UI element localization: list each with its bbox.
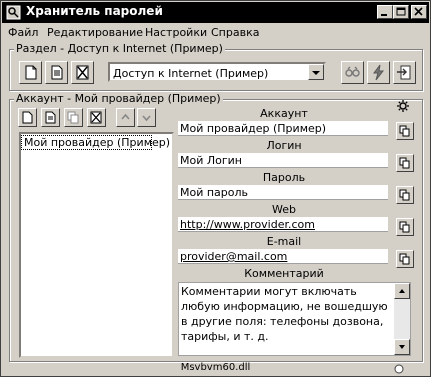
- app-icon: [6, 5, 21, 20]
- web-field[interactable]: http://www.provider.com: [178, 217, 388, 232]
- email-label: E-mail: [266, 235, 302, 248]
- close-button[interactable]: [411, 5, 427, 19]
- menu-edit[interactable]: Редактирование: [47, 26, 143, 39]
- delete-icon: [76, 65, 89, 80]
- section-dropdown[interactable]: Доступ к Internet (Пример): [108, 62, 326, 82]
- login-label: Логин: [266, 139, 302, 152]
- comment-textarea[interactable]: Комментарии могут включать любую информа…: [178, 282, 411, 356]
- copy-icon: [399, 189, 410, 201]
- password-label: Пароль: [262, 171, 306, 184]
- section-group: Раздел - Доступ к Internet (Пример) Дост…: [9, 42, 423, 91]
- delete-section-button[interactable]: [71, 61, 94, 84]
- search-icon: [345, 66, 360, 77]
- maximize-button[interactable]: [393, 5, 409, 19]
- new-document-icon: [25, 65, 37, 80]
- copy-icon: [399, 253, 410, 265]
- list-item[interactable]: Мой провайдер (Пример): [21, 135, 170, 150]
- minimize-button[interactable]: [377, 5, 393, 19]
- copy-icon: [67, 111, 79, 124]
- main-window: Хранитель паролей Файл Редактирование На…: [0, 0, 431, 377]
- window-title: Хранитель паролей: [26, 4, 163, 18]
- new-section-button[interactable]: [19, 61, 42, 84]
- delete-account-button[interactable]: [87, 108, 106, 127]
- copy-password-button[interactable]: [396, 186, 414, 204]
- copy-login-button[interactable]: [396, 154, 414, 172]
- scroll-up-button[interactable]: [394, 283, 410, 299]
- password-field[interactable]: Мой пароль: [178, 185, 388, 200]
- edit-section-button[interactable]: [45, 61, 68, 84]
- copy-icon: [399, 125, 410, 137]
- account-list[interactable]: Мой провайдер (Пример): [19, 132, 174, 358]
- edit-document-icon: [51, 65, 63, 80]
- new-document-icon: [22, 111, 33, 124]
- account-name-field[interactable]: Мой провайдер (Пример): [178, 121, 388, 136]
- menu-file[interactable]: Файл: [8, 26, 38, 39]
- delete-icon: [90, 111, 102, 124]
- duplicate-account-button[interactable]: [64, 108, 83, 127]
- move-up-button[interactable]: [116, 108, 135, 127]
- copy-icon: [399, 221, 410, 233]
- status-indicator-icon: [394, 364, 404, 374]
- exit-door-icon: [397, 65, 411, 80]
- gear-icon[interactable]: [396, 99, 410, 113]
- quick-action-button[interactable]: [367, 61, 390, 84]
- maximize-icon: [396, 7, 406, 16]
- copy-icon: [399, 157, 410, 169]
- account-group-legend: Аккаунт - Мой провайдер (Пример): [14, 92, 223, 105]
- new-account-button[interactable]: [18, 108, 37, 127]
- status-bar: Msvbvm60.dll: [2, 361, 429, 376]
- comment-scrollbar[interactable]: [394, 283, 410, 355]
- menu-bar: Файл Редактирование Настройки Справка: [2, 23, 429, 42]
- login-field[interactable]: Мой Логин: [178, 153, 388, 168]
- chevron-up-icon: [121, 113, 130, 120]
- edit-document-icon: [45, 111, 56, 124]
- comment-label: Комментарий: [244, 267, 324, 280]
- move-down-button[interactable]: [137, 108, 156, 127]
- copy-email-button[interactable]: [396, 250, 414, 268]
- section-group-legend: Раздел - Доступ к Internet (Пример): [14, 42, 225, 55]
- scroll-down-arrow-icon: [399, 345, 405, 349]
- comment-text: Комментарии могут включать любую информа…: [181, 285, 388, 343]
- account-label: Аккаунт: [260, 107, 308, 120]
- copy-web-button[interactable]: [396, 218, 414, 236]
- chevron-down-icon: [312, 71, 320, 75]
- web-label: Web: [272, 203, 296, 216]
- email-field[interactable]: provider@mail.com: [178, 249, 388, 264]
- menu-settings[interactable]: Настройки: [145, 26, 207, 39]
- minimize-icon: [381, 14, 387, 16]
- close-icon: [414, 7, 423, 16]
- dropdown-arrow-button[interactable]: [308, 64, 324, 80]
- title-bar[interactable]: Хранитель паролей: [2, 2, 429, 23]
- section-dropdown-value: Доступ к Internet (Пример): [113, 67, 269, 80]
- lightning-icon: [373, 64, 385, 81]
- exit-button[interactable]: [393, 61, 416, 84]
- status-text: Msvbvm60.dll: [180, 362, 251, 373]
- chevron-down-icon: [142, 115, 151, 122]
- copy-account-button[interactable]: [396, 122, 414, 140]
- edit-account-button[interactable]: [41, 108, 60, 127]
- scroll-down-button[interactable]: [394, 339, 410, 355]
- search-button[interactable]: [341, 61, 364, 84]
- menu-help[interactable]: Справка: [211, 26, 259, 39]
- scroll-up-arrow-icon: [399, 289, 405, 293]
